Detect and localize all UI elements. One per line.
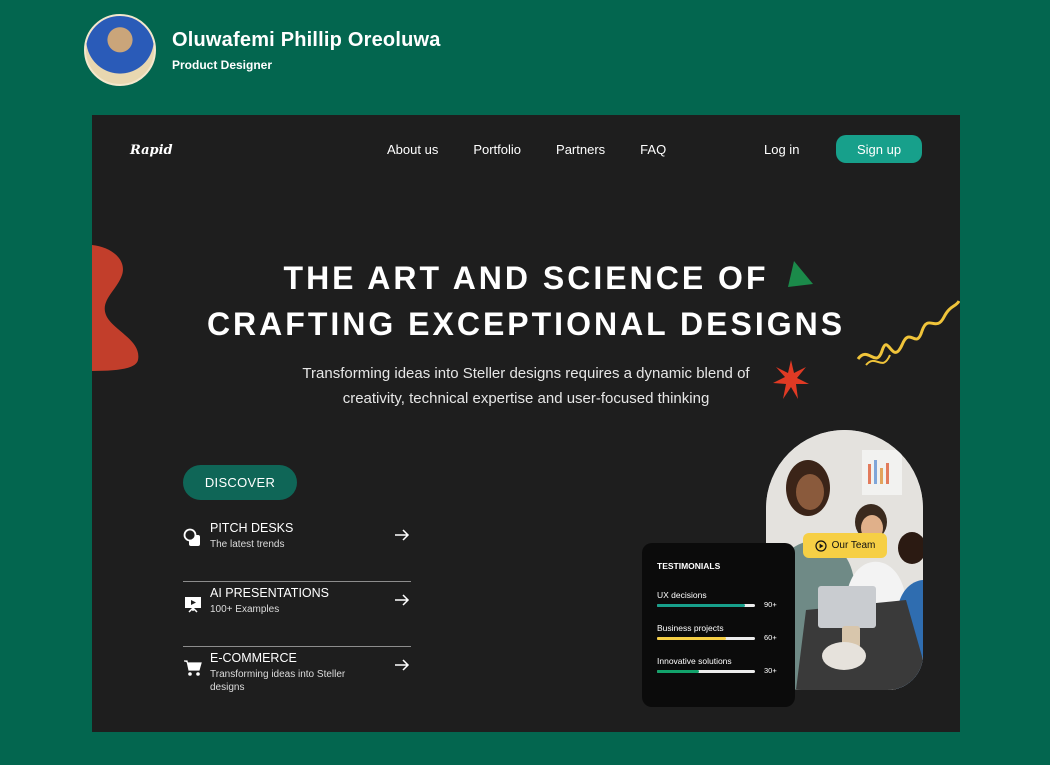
hero-title-line-1: THE ART AND SCIENCE OF [283,260,769,296]
nav-portfolio[interactable]: Portfolio [473,142,521,157]
hero-subtitle-line-2: creativity, technical expertise and user… [342,390,710,407]
presentation-icon [185,597,201,613]
shapes-icon [183,528,200,546]
profile-name: Oluwafemi Phillip Oreoluwa [172,28,441,51]
main-nav: About us Portfolio Partners FAQ [387,142,666,157]
testimonial-label: UX decisions [657,590,707,600]
category-pitch-desks[interactable]: PITCH DESKS The latest trends [183,517,411,582]
arrow-right-icon[interactable] [393,656,411,674]
testimonial-label: Business projects [657,623,724,633]
category-desc: Transforming ideas into Steller designs [210,669,346,693]
avatar [84,14,156,86]
category-title: E-COMMERCE [210,651,297,665]
profile-info: Oluwafemi Phillip Oreoluwa Product Desig… [172,29,441,72]
profile-header: Oluwafemi Phillip Oreoluwa Product Desig… [84,14,441,86]
category-title: PITCH DESKS [210,521,294,535]
hero-title-line-2: CRAFTING EXCEPTIONAL DESIGNS [206,306,846,342]
play-circle-icon [815,539,827,552]
testimonials-title: TESTIMONIALS [657,561,721,571]
testimonial-row: UX decisions 90+ [657,590,785,609]
testimonial-row: Business projects 60+ [657,623,785,642]
cart-icon [184,660,202,676]
nav-about-us[interactable]: About us [387,142,438,157]
arrow-right-icon[interactable] [393,591,411,609]
discover-button[interactable]: DISCOVER [183,465,297,500]
testimonial-row: Innovative solutions 30+ [657,656,785,675]
nav-faq[interactable]: FAQ [640,142,666,157]
progress-track [657,604,755,607]
category-desc: 100+ Examples [210,604,280,615]
progress-fill [657,604,746,607]
category-title: AI PRESENTATIONS [210,586,330,600]
progress-fill [657,670,700,673]
testimonial-value: 60+ [764,633,777,642]
category-ai-presentations[interactable]: AI PRESENTATIONS 100+ Examples [183,582,411,647]
testimonial-value: 90+ [764,600,777,609]
progress-track [657,637,755,640]
testimonial-value: 30+ [764,666,777,675]
hero-subtitle: Transforming ideas into Steller designs … [92,361,960,411]
category-desc: The latest trends [210,539,285,550]
progress-fill [657,637,726,640]
category-list: PITCH DESKS The latest trends AI PRESENT… [183,517,411,711]
hero-title: THE ART AND SCIENCE OF CRAFTING EXCEPTIO… [92,255,960,347]
hero-subtitle-line-1: Transforming ideas into Steller designs … [302,365,750,382]
signup-button[interactable]: Sign up [836,135,922,163]
nav-partners[interactable]: Partners [556,142,605,157]
login-link[interactable]: Log in [764,142,799,157]
arrow-right-icon[interactable] [393,526,411,544]
profile-role: Product Designer [172,57,273,72]
website-mockup: Rapid About us Portfolio Partners FAQ Lo… [92,115,960,732]
progress-track [657,670,755,673]
our-team-badge[interactable]: Our Team [803,533,887,558]
our-team-label: Our Team [831,540,876,551]
testimonials-card: TESTIMONIALS UX decisions 90+ Business p… [642,543,795,707]
logo[interactable]: Rapid [130,143,173,158]
category-e-commerce[interactable]: E-COMMERCE Transforming ideas into Stell… [183,647,411,711]
testimonial-label: Innovative solutions [657,656,732,666]
